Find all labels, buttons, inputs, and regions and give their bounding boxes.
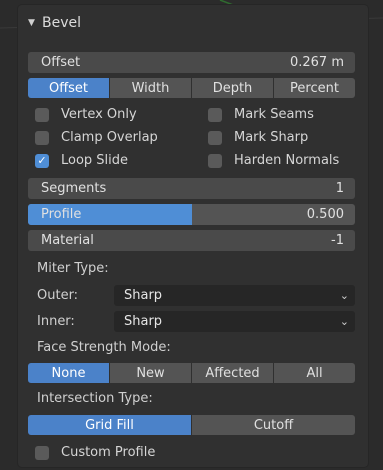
harden-normals-label: Harden Normals (234, 153, 340, 168)
intersection-cutoff-button[interactable]: Cutoff (192, 415, 355, 435)
offset-label: Offset (41, 55, 81, 70)
material-value: -1 (331, 233, 344, 248)
bevel-panel: ▼ Bevel Offset 0.267 m Offset Width Dept… (18, 5, 368, 467)
face-strength-affected-button[interactable]: Affected (192, 363, 273, 383)
face-strength-all-button[interactable]: All (274, 363, 355, 383)
checkbox-icon[interactable] (208, 107, 222, 122)
profile-slider[interactable]: Profile 0.500 (28, 204, 355, 225)
face-strength-heading: Face Strength Mode: (37, 340, 171, 355)
mark-seams-checkbox[interactable]: Mark Seams (208, 107, 314, 122)
harden-normals-checkbox[interactable]: Harden Normals (208, 153, 339, 168)
mark-seams-label: Mark Seams (234, 107, 314, 122)
inner-miter-value: Sharp (124, 313, 163, 329)
checkbox-icon[interactable] (208, 130, 222, 145)
mark-sharp-checkbox[interactable]: Mark Sharp (208, 130, 308, 145)
outer-label: Outer: (37, 287, 79, 303)
intersection-type-selector: Grid Fill Cutoff (28, 415, 355, 435)
loop-slide-label: Loop Slide (61, 153, 129, 168)
intersection-type-heading: Intersection Type: (37, 391, 153, 406)
offset-field[interactable]: Offset 0.267 m (28, 52, 355, 73)
miter-type-heading: Miter Type: (37, 261, 109, 276)
outer-miter-row: Outer: Sharp ⌄ (28, 284, 355, 306)
vertex-only-label: Vertex Only (61, 107, 137, 122)
checkbox-icon[interactable] (35, 107, 49, 122)
material-field[interactable]: Material -1 (28, 230, 355, 251)
offset-type-selector: Offset Width Depth Percent (28, 78, 355, 98)
chevron-down-icon: ⌄ (339, 288, 349, 302)
loop-slide-checkbox[interactable]: ✓ Loop Slide (35, 153, 128, 168)
mark-sharp-label: Mark Sharp (234, 130, 309, 145)
face-strength-none-button[interactable]: None (28, 363, 109, 383)
face-strength-new-button[interactable]: New (110, 363, 191, 383)
custom-profile-checkbox[interactable]: Custom Profile (35, 445, 155, 460)
segments-label: Segments (41, 181, 107, 196)
inner-miter-dropdown[interactable]: Sharp ⌄ (114, 310, 355, 332)
checkbox-icon[interactable] (35, 130, 49, 145)
offset-type-width-button[interactable]: Width (110, 78, 191, 98)
panel-title: Bevel (42, 15, 82, 31)
custom-profile-label: Custom Profile (61, 445, 156, 460)
checkmark-icon[interactable]: ✓ (35, 153, 49, 168)
face-strength-selector: None New Affected All (28, 363, 355, 383)
offset-type-percent-button[interactable]: Percent (274, 78, 355, 98)
clamp-overlap-label: Clamp Overlap (61, 130, 158, 145)
collapse-triangle-icon[interactable]: ▼ (28, 18, 42, 28)
offset-type-offset-button[interactable]: Offset (28, 78, 109, 98)
material-label: Material (41, 233, 94, 248)
segments-value: 1 (335, 181, 344, 196)
inner-label: Inner: (37, 313, 75, 329)
vertex-only-checkbox[interactable]: Vertex Only (35, 107, 137, 122)
profile-value: 0.500 (306, 207, 344, 222)
checkbox-icon[interactable] (208, 153, 222, 168)
segments-field[interactable]: Segments 1 (28, 178, 355, 199)
chevron-down-icon: ⌄ (339, 314, 349, 328)
outer-miter-value: Sharp (124, 287, 163, 303)
intersection-grid-fill-button[interactable]: Grid Fill (28, 415, 191, 435)
inner-miter-row: Inner: Sharp ⌄ (28, 310, 355, 332)
panel-header[interactable]: ▼ Bevel (18, 5, 368, 41)
offset-value: 0.267 m (289, 55, 344, 70)
clamp-overlap-checkbox[interactable]: Clamp Overlap (35, 130, 158, 145)
checkbox-icon[interactable] (35, 445, 49, 460)
offset-type-depth-button[interactable]: Depth (192, 78, 273, 98)
profile-label: Profile (41, 207, 82, 222)
outer-miter-dropdown[interactable]: Sharp ⌄ (114, 284, 355, 306)
